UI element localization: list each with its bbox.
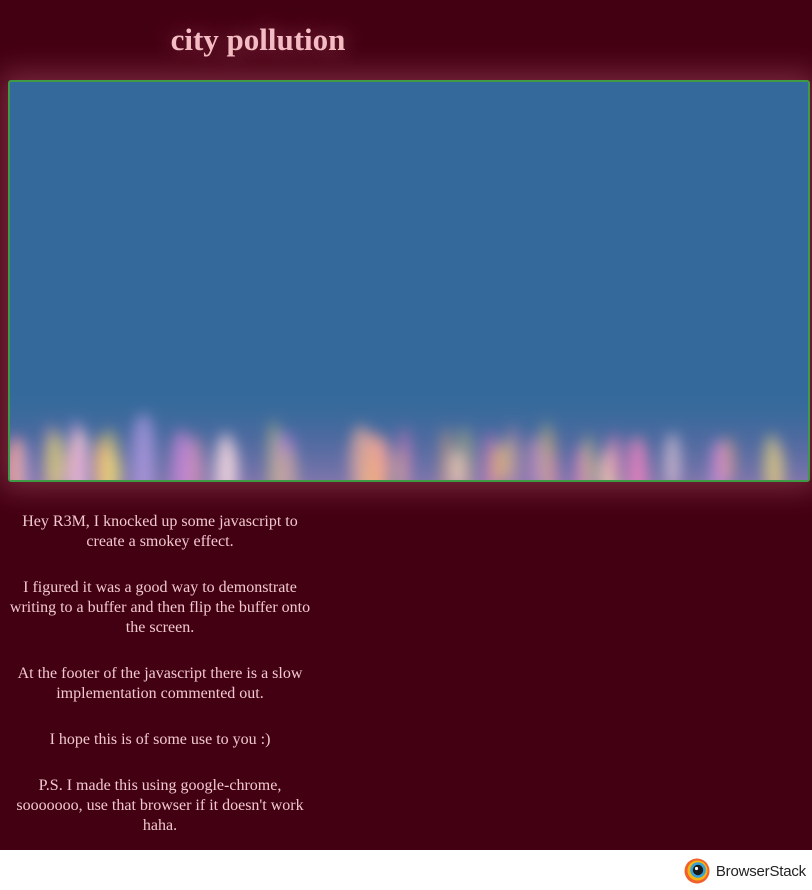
smoke-canvas: [8, 80, 810, 482]
paragraph-2: I figured it was a good way to demonstra…: [9, 579, 311, 636]
smoke-effect: [10, 82, 808, 480]
browserstack-logo[interactable]: BrowserStack: [684, 857, 806, 885]
browserstack-logo-icon: [684, 858, 710, 884]
footer-bar: BrowserStack: [0, 850, 812, 890]
paragraph-3: At the footer of the javascript there is…: [17, 665, 303, 702]
paragraph-1: Hey R3M, I knocked up some javascript to…: [22, 513, 298, 550]
paragraph-4: I hope this is of some use to you :): [49, 731, 271, 748]
page-title: city pollution: [170, 22, 346, 57]
browserstack-label: BrowserStack: [715, 862, 806, 880]
paragraph-5: P.S. I made this using google-chrome, so…: [16, 777, 304, 834]
description-text: Hey R3M, I knocked up some javascript to…: [8, 512, 312, 862]
